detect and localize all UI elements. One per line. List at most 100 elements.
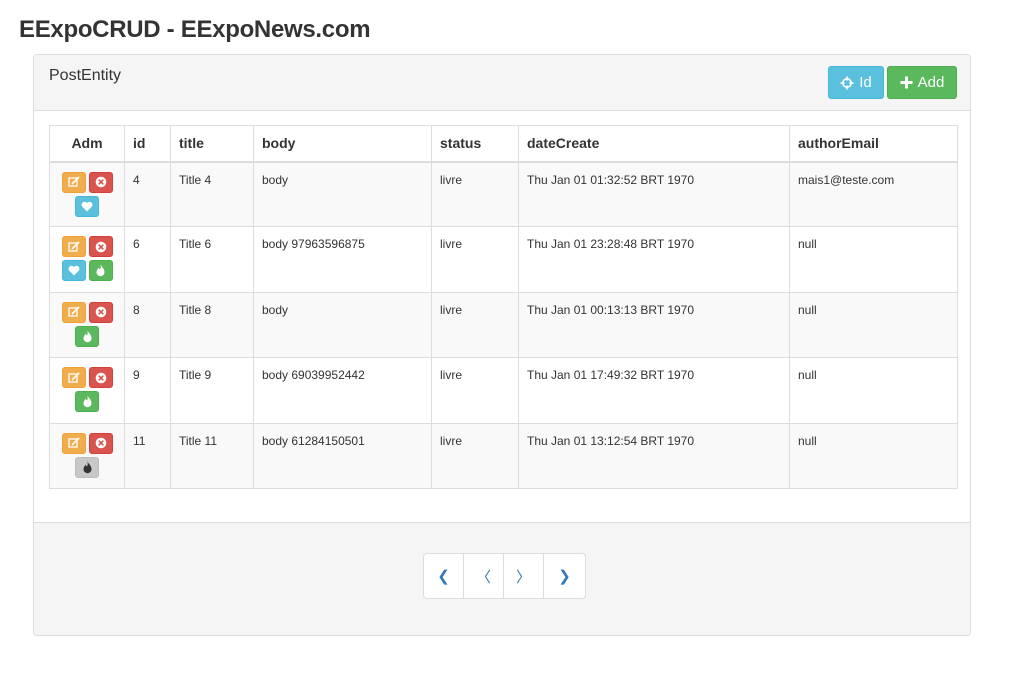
fire-icon [82, 330, 93, 343]
delete-icon [95, 372, 107, 384]
edit-button[interactable] [61, 301, 86, 323]
cell-title: Title 9 [170, 357, 254, 424]
panel-footer: ❮ 〈 〉 ❯ [34, 522, 970, 635]
cell-status: livre [431, 422, 519, 490]
edit-icon [67, 437, 80, 449]
delete-button[interactable] [88, 301, 113, 323]
column-header-body[interactable]: body [253, 125, 432, 163]
cell-body: body [253, 160, 432, 228]
edit-icon [67, 241, 80, 253]
column-header-status[interactable]: status [431, 125, 519, 163]
edit-icon [67, 372, 80, 384]
column-header-title[interactable]: title [170, 125, 254, 163]
app-title: EExpoCRUD - EExpoNews.com [19, 16, 371, 43]
like-button[interactable] [75, 195, 99, 217]
like-button[interactable] [61, 260, 86, 282]
first-page-button[interactable]: ❮ [424, 554, 464, 598]
cell-status: livre [431, 291, 519, 359]
edit-button[interactable] [61, 432, 86, 454]
cell-id: 9 [124, 357, 171, 424]
fire-off-icon [82, 461, 93, 474]
delete-icon [95, 176, 107, 188]
heart-icon [81, 201, 93, 212]
pagination: ❮ 〈 〉 ❯ [423, 553, 586, 599]
table-row: 11 Title 11 body 61284150501 livre Thu Jan 0… [49, 422, 958, 490]
delete-icon [95, 306, 107, 318]
cell-status: livre [431, 226, 519, 293]
cell-status: livre [431, 357, 519, 424]
cell-title: Title 4 [170, 160, 254, 228]
cell-authoremail: null [789, 226, 958, 293]
row-actions-cell [49, 291, 125, 359]
previous-page-button[interactable]: 〈 [464, 554, 504, 598]
edit-icon [67, 176, 80, 188]
cell-title: Title 11 [170, 422, 254, 490]
table-row: 4 Title 4 body livre Thu Jan 01 01:32:52 BRT… [49, 160, 958, 228]
cell-authoremail: null [789, 422, 958, 490]
id-button-label: Id [859, 74, 872, 91]
hot-button[interactable] [75, 391, 99, 413]
next-page-button[interactable]: 〉 [504, 554, 544, 598]
add-button-label: Add [917, 74, 945, 91]
edit-button[interactable] [61, 236, 86, 258]
fire-icon [82, 395, 93, 408]
row-actions [57, 236, 117, 282]
column-header-authoremail[interactable]: authorEmail [789, 125, 958, 163]
plus-icon [900, 76, 913, 89]
delete-icon [95, 437, 107, 449]
cell-datecreate: Thu Jan 01 23:28:48 BRT 1970 [518, 226, 790, 293]
cell-datecreate: Thu Jan 01 13:12:54 BRT 1970 [518, 422, 790, 490]
column-header-id[interactable]: id [124, 125, 171, 163]
delete-button[interactable] [88, 236, 113, 258]
panel-heading: PostEntity Id Add [34, 55, 970, 111]
row-actions-cell [49, 357, 125, 424]
row-actions-cell [49, 160, 125, 228]
row-actions [57, 171, 117, 217]
crosshair-icon [840, 76, 854, 90]
row-actions [57, 301, 117, 347]
cell-datecreate: Thu Jan 01 17:49:32 BRT 1970 [518, 357, 790, 424]
cell-authoremail: mais1@teste.com [789, 160, 958, 228]
delete-button[interactable] [88, 171, 113, 193]
row-actions-cell [49, 226, 125, 293]
cell-body: body [253, 291, 432, 359]
cell-authoremail: null [789, 291, 958, 359]
fire-icon [95, 264, 106, 277]
cell-status: livre [431, 160, 519, 228]
row-actions [57, 367, 117, 413]
id-button[interactable]: Id [828, 66, 884, 99]
entity-panel: PostEntity Id Add Adm id title body stat… [33, 54, 971, 636]
edit-button[interactable] [61, 171, 86, 193]
hot-button-disabled[interactable] [75, 456, 99, 478]
delete-button[interactable] [88, 367, 113, 389]
edit-icon [67, 306, 80, 318]
cell-body: body 97963596875 [253, 226, 432, 293]
cell-datecreate: Thu Jan 01 00:13:13 BRT 1970 [518, 291, 790, 359]
add-button[interactable]: Add [887, 66, 957, 99]
cell-authoremail: null [789, 357, 958, 424]
column-header-datecreate[interactable]: dateCreate [518, 125, 790, 163]
cell-datecreate: Thu Jan 01 01:32:52 BRT 1970 [518, 160, 790, 228]
cell-title: Title 8 [170, 291, 254, 359]
cell-body: body 61284150501 [253, 422, 432, 490]
hot-button[interactable] [88, 260, 113, 282]
cell-id: 8 [124, 291, 171, 359]
row-actions-cell [49, 422, 125, 490]
row-actions [57, 432, 117, 478]
posts-table: Adm id title body status dateCreate auth… [49, 125, 958, 490]
heart-icon [68, 265, 80, 276]
cell-id: 11 [124, 422, 171, 490]
cell-body: body 69039952442 [253, 357, 432, 424]
column-header-adm[interactable]: Adm [49, 125, 125, 163]
table-row: 6 Title 6 body 97963596875 livre Thu Jan 01 … [49, 226, 958, 293]
cell-id: 4 [124, 160, 171, 228]
panel-title: PostEntity [49, 67, 122, 84]
table-header-row: Adm id title body status dateCreate auth… [49, 125, 958, 163]
cell-id: 6 [124, 226, 171, 293]
last-page-button[interactable]: ❯ [544, 554, 585, 598]
delete-icon [95, 241, 107, 253]
edit-button[interactable] [61, 367, 86, 389]
delete-button[interactable] [88, 432, 113, 454]
hot-button[interactable] [75, 325, 99, 347]
cell-title: Title 6 [170, 226, 254, 293]
